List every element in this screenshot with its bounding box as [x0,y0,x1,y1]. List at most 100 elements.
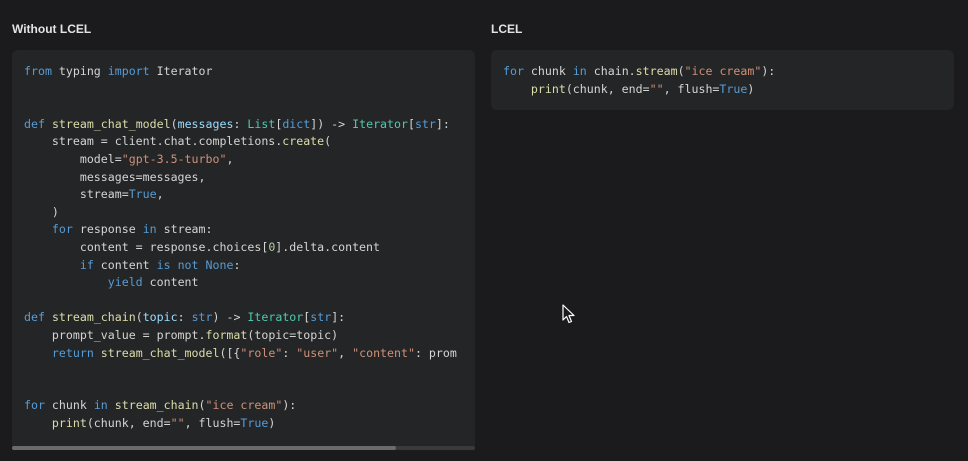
right-code-scroll-area[interactable]: for chunk in chain.stream("ice cream"): … [491,50,954,110]
code-line: for chunk in chain.stream("ice cream"): [503,63,775,81]
code-token: for [503,64,524,78]
code-line: from typing import Iterator [24,63,457,81]
code-token: for [24,398,45,413]
code-token: "role" [240,345,283,360]
code-token: [ [407,116,415,131]
code-token: , flush= [184,415,241,430]
code-line: print(chunk, end="", flush=True) [503,81,775,99]
left-code-content: from typing import Iterator def stream_ch… [24,63,457,432]
code-token: ( [324,134,332,149]
code-line: for response in stream: [24,221,457,239]
code-token: Iterator [149,64,213,78]
code-token: : [282,345,297,360]
code-token: stream_chat_model [51,116,171,131]
left-code-block[interactable]: from typing import Iterator def stream_ch… [12,50,475,450]
code-line: content = response.choices[0].delta.cont… [24,239,457,257]
code-token: content [142,275,199,290]
code-token: model= [24,151,122,166]
code-token: ( [677,64,685,78]
code-token: "user" [296,345,339,360]
code-line: return stream_chat_model([{"role": "user… [24,345,457,363]
code-line: prompt_value = prompt.format(topic=topic… [24,327,457,345]
code-line: stream=True, [24,186,457,204]
code-line: ) [24,204,457,222]
code-token: Iterator [352,116,408,131]
page: Without LCEL from typing import Iterator… [0,0,968,461]
code-token: ): [282,398,297,413]
code-token: content [93,257,157,272]
code-token: stream_chain [51,310,136,325]
code-token: True [240,415,269,430]
code-token: return [51,345,94,360]
code-token: typing [51,64,108,78]
code-token: stream_chain [114,398,199,413]
right-code-block[interactable]: for chunk in chain.stream("ice cream"): … [491,50,954,110]
code-token: True [128,187,157,202]
code-token: ( [198,398,206,413]
code-token: ) -> [212,310,248,325]
code-token: for [51,222,73,237]
code-token: , [226,151,234,166]
code-token: ) [747,81,755,96]
code-token: : prom [414,345,457,360]
code-token: format [205,327,248,342]
code-token: "ice cream" [684,64,762,78]
code-token: stream_chat_model [100,345,220,360]
code-token: def [24,116,45,131]
code-token: , [156,187,164,202]
code-token: in [93,398,108,413]
code-token: def [24,310,45,325]
code-token: (chunk, end= [86,415,171,430]
code-token: import [107,64,150,78]
left-code-horizontal-scrollbar[interactable] [12,446,475,450]
code-token: ]: [435,116,450,131]
code-token: None [205,257,234,272]
code-token: print [530,81,566,96]
code-token: ) [268,415,276,430]
code-token: : [233,116,248,131]
code-token: ): [761,64,776,78]
code-token: Iterator [247,310,304,325]
code-token: messages [177,116,234,131]
code-token: is not [156,257,199,272]
code-token: (topic=topic) [247,327,339,342]
code-token: ([{ [219,345,241,360]
code-token: chunk [523,64,573,78]
code-token: in [142,222,157,237]
code-token: str [191,310,213,325]
code-token: chunk [44,398,94,413]
code-token: "" [170,415,185,430]
code-token: "gpt-3.5-turbo" [121,151,227,166]
code-token: , flush= [663,81,720,96]
code-token: : [233,257,241,272]
code-token: ]: [331,310,346,325]
code-line: if content is not None: [24,257,457,275]
code-token: from [24,64,52,78]
code-token: create [282,134,325,149]
code-line: def stream_chat_model(messages: List [dic… [24,116,457,134]
code-token: "content" [352,345,415,360]
code-line: def stream_chain(topic: str) -> Iterator… [24,309,457,327]
code-line: yield content [24,274,457,292]
code-token: ].delta.content [275,239,380,254]
left-code-scroll-area[interactable]: from typing import Iterator def stream_ch… [12,50,475,450]
right-panel-title: LCEL [491,22,523,36]
mouse-cursor-icon [562,304,575,324]
code-token: ) [24,204,59,219]
scrollbar-thumb[interactable] [12,446,397,450]
code-token: , [338,345,353,360]
code-token: ]) -> [310,116,353,131]
code-token: chain. [586,64,636,78]
code-token: ( [135,310,143,325]
code-token: messages=messages, [24,169,206,184]
code-token: stream= [24,187,129,202]
code-token: content = response.choices[ [24,239,269,254]
